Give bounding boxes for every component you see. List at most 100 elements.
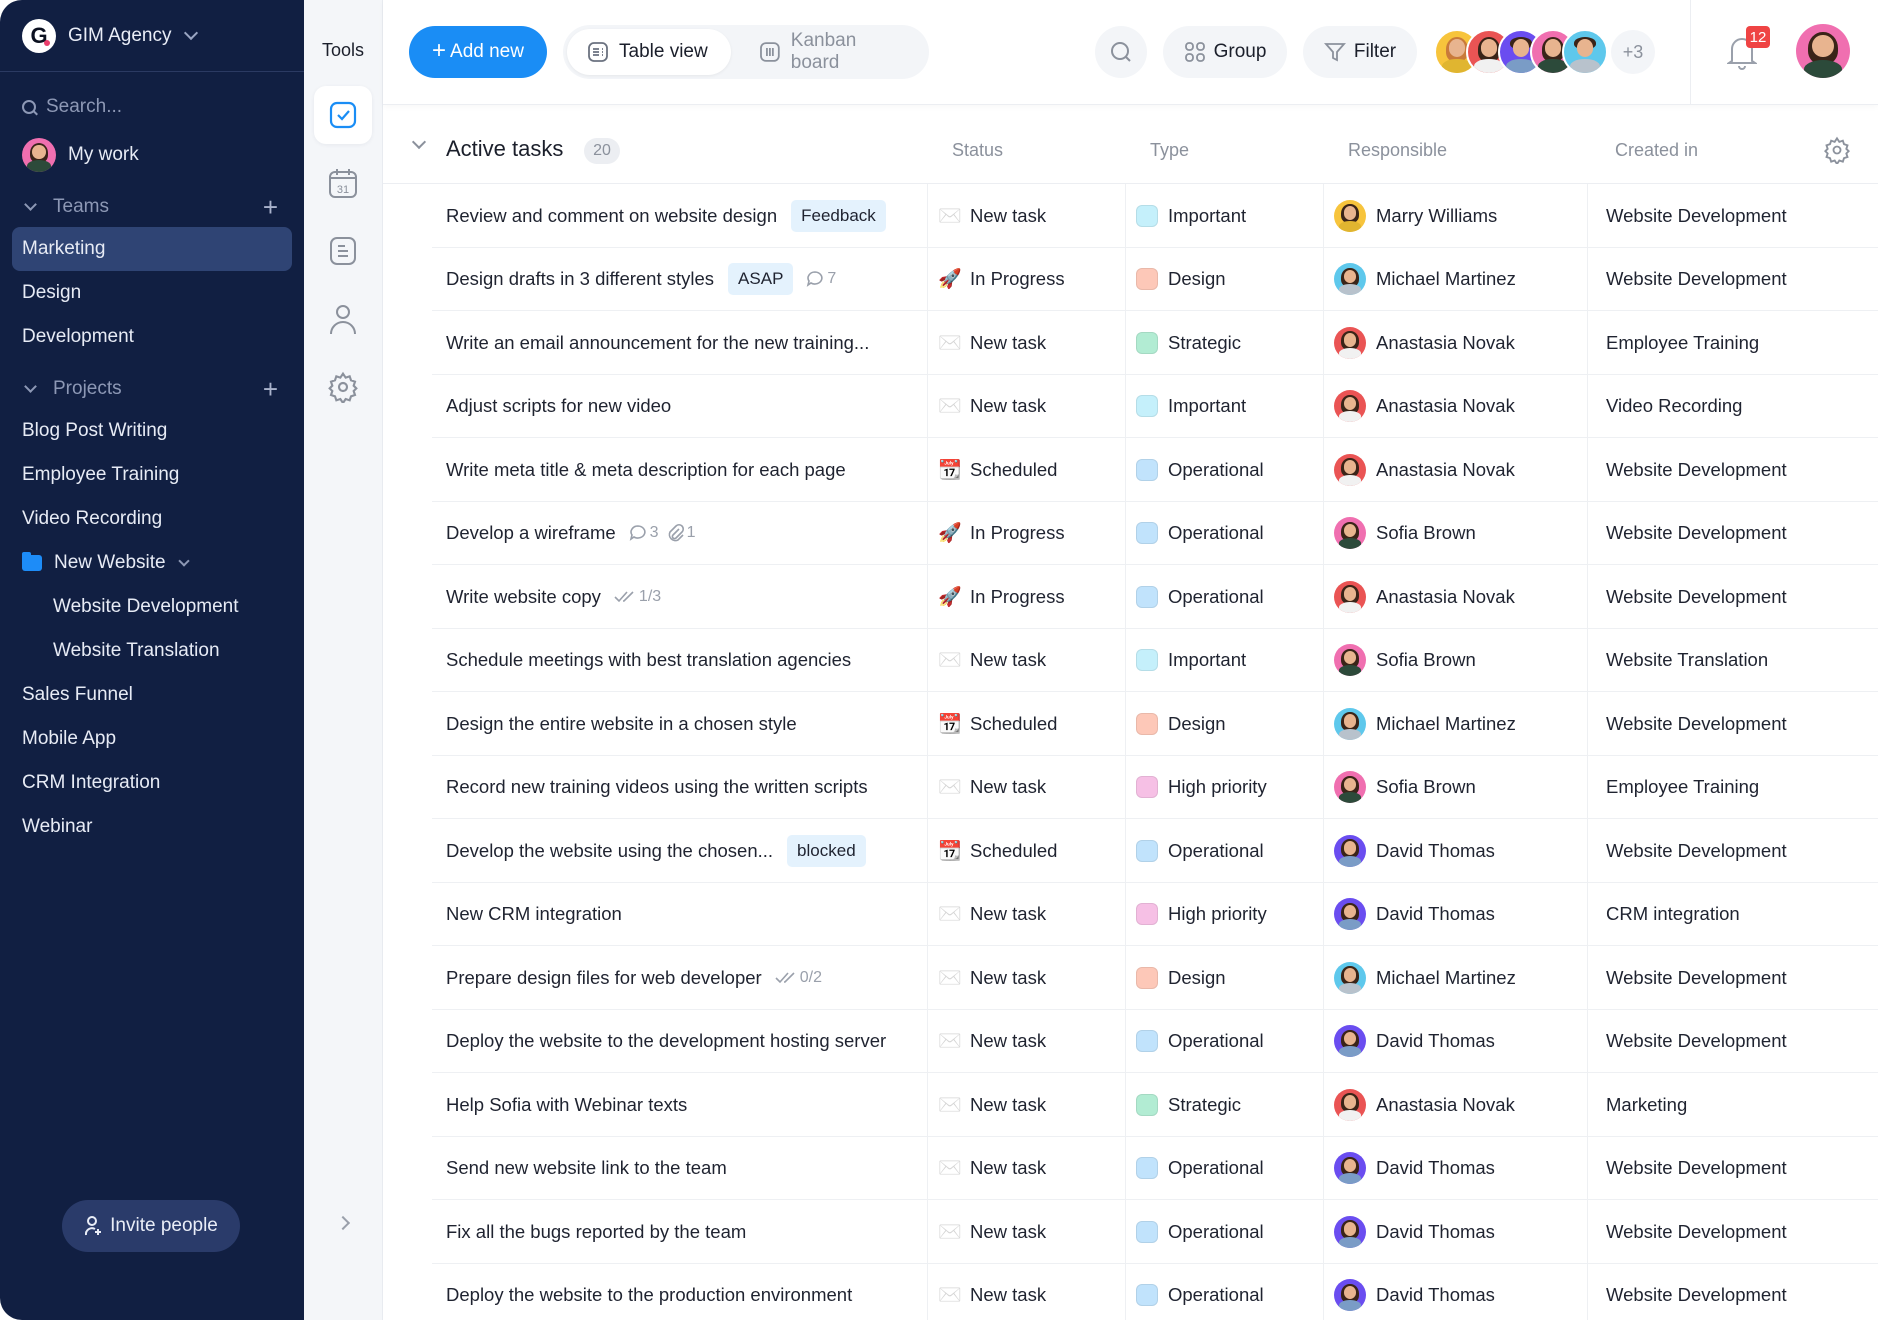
expand-chevron-icon[interactable] xyxy=(335,1215,351,1231)
team-members[interactable] xyxy=(1434,29,1608,75)
status-cell[interactable]: ✉️ New task xyxy=(927,1200,1125,1264)
status-cell[interactable]: ✉️ New task xyxy=(927,1073,1125,1137)
responsible-cell[interactable]: Anastasia Novak xyxy=(1323,1073,1587,1137)
sidebar-item-webinar[interactable]: Webinar xyxy=(0,805,304,849)
filter-button[interactable]: Filter xyxy=(1303,26,1417,78)
workspace-switcher[interactable]: G GIM Agency xyxy=(0,0,304,72)
created-in-cell[interactable]: Website Development xyxy=(1587,184,1878,248)
responsible-cell[interactable]: Michael Martinez xyxy=(1323,946,1587,1010)
created-in-cell[interactable]: Video Recording xyxy=(1587,374,1878,438)
created-in-cell[interactable]: Employee Training xyxy=(1587,311,1878,375)
subtask-progress[interactable]: 1/3 xyxy=(613,588,661,606)
responsible-cell[interactable]: Anastasia Novak xyxy=(1323,438,1587,502)
task-cell[interactable]: Design the entire website in a chosen st… xyxy=(446,692,930,756)
responsible-cell[interactable]: Michael Martinez xyxy=(1323,247,1587,311)
type-cell[interactable]: Design xyxy=(1125,946,1323,1010)
task-cell[interactable]: Fix all the bugs reported by the team xyxy=(446,1200,930,1264)
table-row[interactable]: Send new website link to the team ✉️ New… xyxy=(383,1136,1878,1201)
sidebar-item-blog-post-writing[interactable]: Blog Post Writing xyxy=(0,409,304,453)
responsible-cell[interactable]: David Thomas xyxy=(1323,1009,1587,1073)
created-in-cell[interactable]: Website Development xyxy=(1587,692,1878,756)
projects-section-header[interactable]: Projects + xyxy=(0,369,304,409)
sidebar-item-development[interactable]: Development xyxy=(0,315,304,359)
sidebar-item-employee-training[interactable]: Employee Training xyxy=(0,453,304,497)
sidebar-search[interactable]: Search... xyxy=(0,85,304,129)
task-cell[interactable]: Develop the website using the chosen... … xyxy=(446,819,930,883)
sidebar-item-mobile-app[interactable]: Mobile App xyxy=(0,717,304,761)
comment-count[interactable]: 7 xyxy=(805,269,836,289)
responsible-cell[interactable]: Marry Williams xyxy=(1323,184,1587,248)
task-cell[interactable]: Write an email announcement for the new … xyxy=(446,311,930,375)
status-cell[interactable]: ✉️ New task xyxy=(927,882,1125,946)
responsible-cell[interactable]: Sofia Brown xyxy=(1323,628,1587,692)
user-avatar[interactable] xyxy=(1796,24,1850,78)
sidebar-item-my-work[interactable]: My work xyxy=(0,133,304,177)
table-row[interactable]: Develop the website using the chosen... … xyxy=(383,819,1878,883)
created-in-cell[interactable]: Employee Training xyxy=(1587,755,1878,819)
tab-table-view[interactable]: Table view xyxy=(567,29,731,75)
task-cell[interactable]: Write meta title & meta description for … xyxy=(446,438,930,502)
avatar[interactable] xyxy=(1562,29,1608,75)
comment-count[interactable]: 3 xyxy=(628,523,659,543)
responsible-cell[interactable]: Sofia Brown xyxy=(1323,755,1587,819)
task-cell[interactable]: Prepare design files for web developer 0… xyxy=(446,946,930,1010)
created-in-cell[interactable]: Website Translation xyxy=(1587,628,1878,692)
task-cell[interactable]: Design drafts in 3 different styles ASAP… xyxy=(446,248,930,312)
responsible-cell[interactable]: David Thomas xyxy=(1323,819,1587,883)
type-cell[interactable]: Operational xyxy=(1125,1200,1323,1264)
created-in-cell[interactable]: Website Development xyxy=(1587,946,1878,1010)
type-cell[interactable]: Operational xyxy=(1125,438,1323,502)
type-cell[interactable]: Strategic xyxy=(1125,1073,1323,1137)
responsible-cell[interactable]: David Thomas xyxy=(1323,882,1587,946)
task-cell[interactable]: Send new website link to the team xyxy=(446,1137,930,1201)
task-tag[interactable]: blocked xyxy=(787,834,866,867)
sidebar-item-sales-funnel[interactable]: Sales Funnel xyxy=(0,673,304,717)
task-cell[interactable]: Deploy the website to the production env… xyxy=(446,1264,930,1320)
table-row[interactable]: Review and comment on website design Fee… xyxy=(383,184,1878,248)
status-cell[interactable]: 🚀 In Progress xyxy=(927,501,1125,565)
created-in-cell[interactable]: Website Development xyxy=(1587,438,1878,502)
responsible-cell[interactable]: Sofia Brown xyxy=(1323,501,1587,565)
type-cell[interactable]: High priority xyxy=(1125,755,1323,819)
task-cell[interactable]: Adjust scripts for new video xyxy=(446,375,930,439)
table-row[interactable]: Deploy the website to the development ho… xyxy=(383,1009,1878,1073)
tool-people[interactable] xyxy=(314,290,372,348)
type-cell[interactable]: Operational xyxy=(1125,565,1323,629)
task-cell[interactable]: Schedule meetings with best translation … xyxy=(446,629,930,693)
task-tag[interactable]: ASAP xyxy=(728,263,794,296)
created-in-cell[interactable]: Marketing xyxy=(1587,1073,1878,1137)
created-in-cell[interactable]: CRM integration xyxy=(1587,882,1878,946)
table-row[interactable]: Schedule meetings with best translation … xyxy=(383,628,1878,693)
column-header-created-in[interactable]: Created in xyxy=(1615,140,1698,161)
table-row[interactable]: Write meta title & meta description for … xyxy=(383,438,1878,502)
created-in-cell[interactable]: Website Development xyxy=(1587,1009,1878,1073)
sidebar-item-video-recording[interactable]: Video Recording xyxy=(0,497,304,541)
tool-calendar[interactable]: 31 xyxy=(314,154,372,212)
task-tag[interactable]: Feedback xyxy=(791,199,886,232)
invite-people-button[interactable]: Invite people xyxy=(62,1200,240,1252)
status-cell[interactable]: ✉️ New task xyxy=(927,374,1125,438)
table-row[interactable]: Design the entire website in a chosen st… xyxy=(383,692,1878,756)
tool-notes[interactable] xyxy=(314,222,372,280)
table-row[interactable]: Design drafts in 3 different styles ASAP… xyxy=(383,247,1878,312)
column-header-status[interactable]: Status xyxy=(952,140,1003,161)
type-cell[interactable]: Design xyxy=(1125,247,1323,311)
status-cell[interactable]: ✉️ New task xyxy=(927,184,1125,248)
created-in-cell[interactable]: Website Development xyxy=(1587,1263,1878,1320)
add-project-icon[interactable]: + xyxy=(263,374,278,405)
task-cell[interactable]: Record new training videos using the wri… xyxy=(446,756,930,820)
search-button[interactable] xyxy=(1095,26,1147,78)
status-cell[interactable]: 🚀 In Progress xyxy=(927,247,1125,311)
group-button[interactable]: Group xyxy=(1163,26,1287,78)
add-new-button[interactable]: + Add new xyxy=(409,26,547,78)
tool-tasks[interactable] xyxy=(314,86,372,144)
task-cell[interactable]: Develop a wireframe 31 xyxy=(446,502,930,566)
created-in-cell[interactable]: Website Development xyxy=(1587,819,1878,883)
responsible-cell[interactable]: David Thomas xyxy=(1323,1136,1587,1200)
created-in-cell[interactable]: Website Development xyxy=(1587,501,1878,565)
table-settings-icon[interactable] xyxy=(1823,136,1851,164)
type-cell[interactable]: Strategic xyxy=(1125,311,1323,375)
created-in-cell[interactable]: Website Development xyxy=(1587,565,1878,629)
attachment-count[interactable]: 1 xyxy=(667,523,695,543)
status-cell[interactable]: 📆 Scheduled xyxy=(927,819,1125,883)
